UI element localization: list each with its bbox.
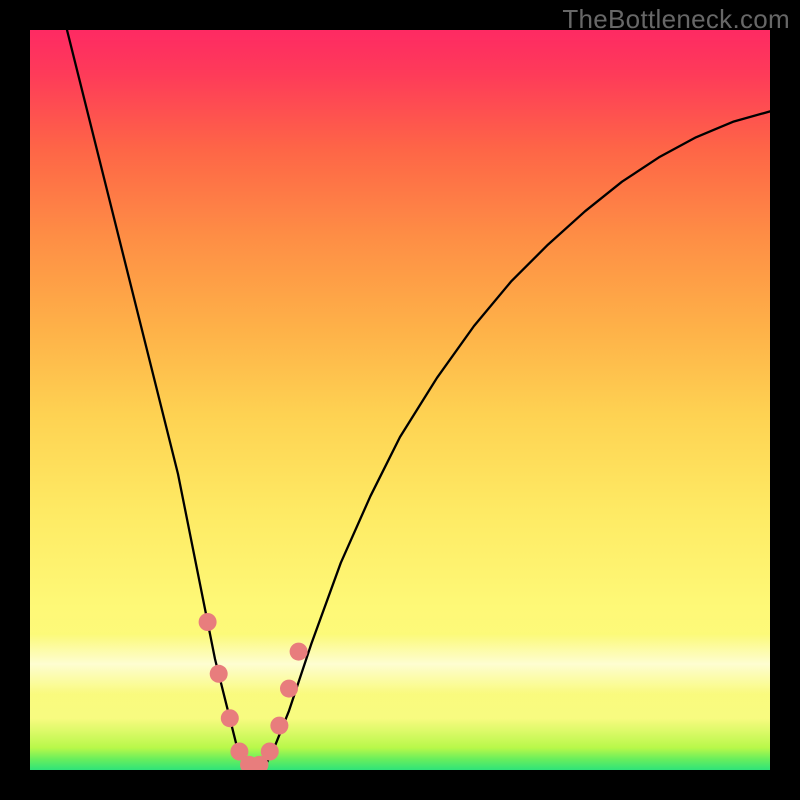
curve-marker — [210, 665, 228, 683]
curve-markers — [199, 613, 308, 770]
plot-area — [30, 30, 770, 770]
curve-marker — [199, 613, 217, 631]
watermark-label: TheBottleneck.com — [562, 4, 790, 35]
chart-svg — [30, 30, 770, 770]
curve-marker — [270, 717, 288, 735]
curve-marker — [280, 680, 298, 698]
bottleneck-curve — [67, 30, 770, 766]
chart-frame: TheBottleneck.com — [0, 0, 800, 800]
curve-marker — [261, 743, 279, 761]
curve-marker — [221, 709, 239, 727]
curve-marker — [290, 643, 308, 661]
